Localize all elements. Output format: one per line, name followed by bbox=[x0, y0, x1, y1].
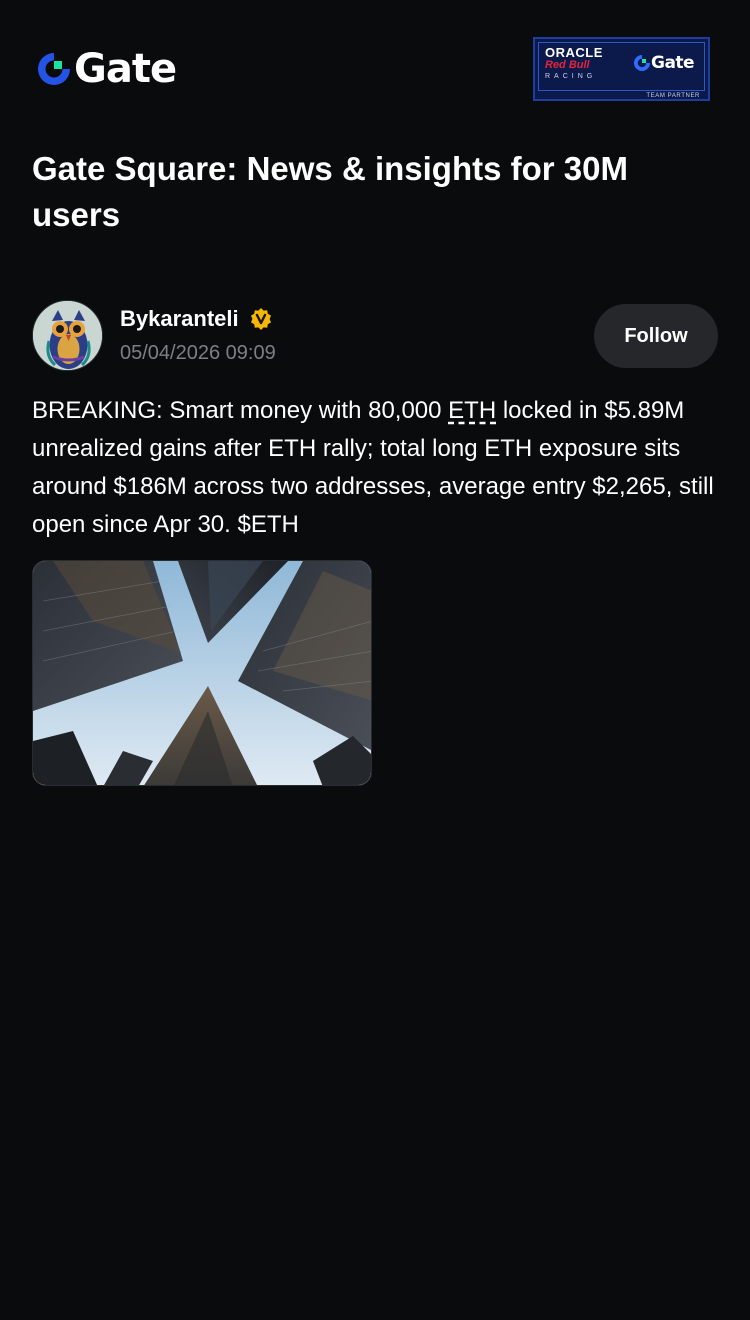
author-name[interactable]: Bykaranteli bbox=[120, 306, 239, 332]
gate-logo-icon bbox=[38, 53, 70, 85]
follow-button[interactable]: Follow bbox=[594, 304, 718, 368]
team-partner-label: TEAM PARTNER bbox=[646, 93, 700, 99]
post-body: BREAKING: Smart money with 80,000 ETH lo… bbox=[32, 392, 722, 544]
oracle-wordmark: ORACLE bbox=[545, 45, 603, 60]
avatar[interactable] bbox=[32, 300, 103, 371]
gate-small-icon bbox=[634, 55, 650, 71]
owl-avatar-icon bbox=[33, 301, 102, 370]
partner-gate-text: Gate bbox=[651, 53, 695, 73]
post-image[interactable] bbox=[32, 560, 372, 786]
racing-wordmark: RACING bbox=[545, 73, 597, 80]
gate-logo[interactable]: Gate bbox=[36, 46, 177, 92]
author-name-group: Bykaranteli bbox=[120, 306, 273, 332]
header: Gate ORACLE Red Bull RACING Gate TEAM PA… bbox=[0, 0, 750, 130]
post-timestamp: 05/04/2026 09:09 bbox=[120, 342, 276, 364]
post-author-row: Bykaranteli 05/04/2026 09:09 Follow bbox=[32, 300, 718, 372]
skyscrapers-image bbox=[33, 561, 371, 785]
team-partner-badge: ORACLE Red Bull RACING Gate TEAM PARTNER bbox=[533, 37, 710, 101]
partner-gate-logo: Gate bbox=[633, 53, 695, 73]
page-title: Gate Square: News & insights for 30M use… bbox=[32, 150, 628, 233]
post-body-text-start: BREAKING: Smart money with 80,000 bbox=[32, 397, 449, 424]
gate-logo-text: Gate bbox=[74, 46, 177, 92]
eth-ticker-link[interactable]: ETH bbox=[448, 397, 496, 424]
red-bull-wordmark: Red Bull bbox=[545, 59, 590, 71]
verified-badge-icon bbox=[250, 308, 271, 330]
